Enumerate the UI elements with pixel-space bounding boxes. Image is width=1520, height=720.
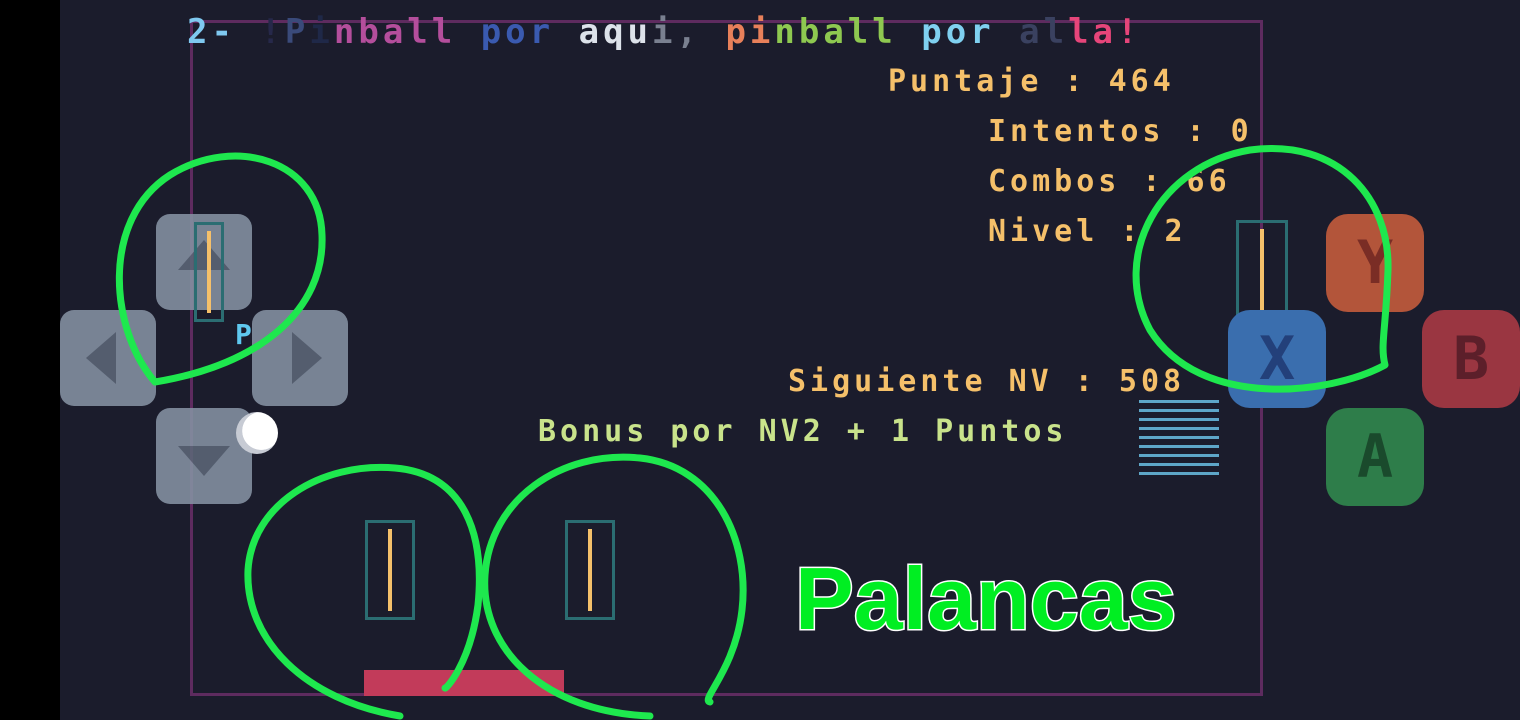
annotation-circle-top-left [115, 152, 326, 386]
annotation-label: Palancas [794, 548, 1179, 650]
annotation-circle-bottom-right [481, 453, 747, 720]
annotation-circles [115, 145, 1392, 720]
annotation-circle-right [1132, 145, 1392, 393]
annotation-circle-bottom-left [244, 463, 483, 720]
